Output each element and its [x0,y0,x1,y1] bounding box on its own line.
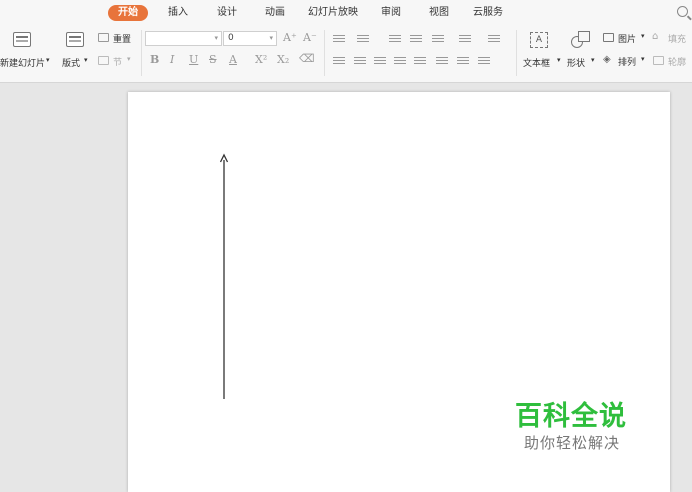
watermark-subtitle: 助你轻松解决 [524,434,621,452]
watermark-title: 百科全说 [515,401,627,432]
